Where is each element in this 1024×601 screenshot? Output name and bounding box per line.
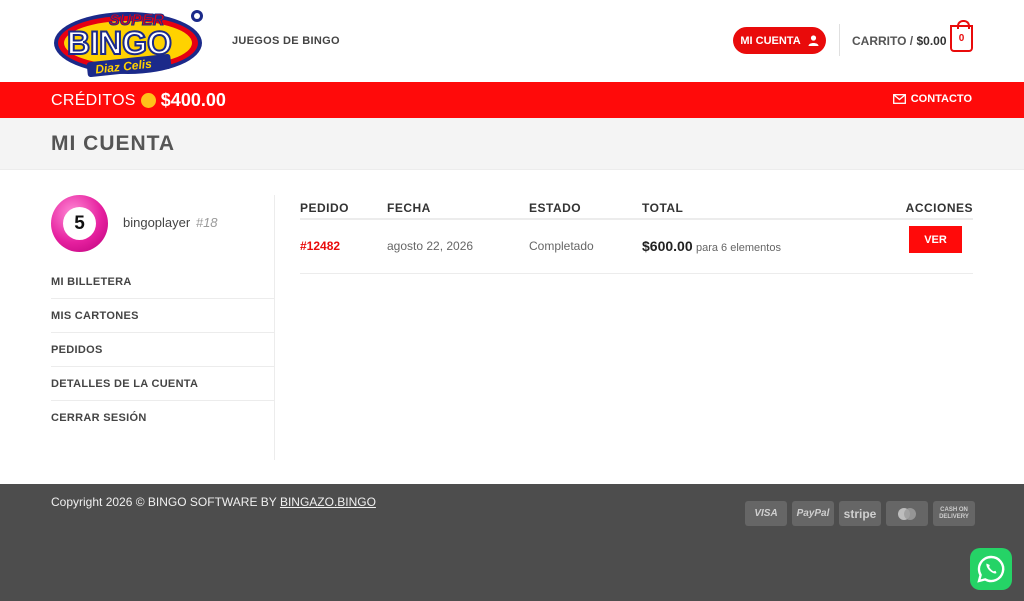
paypal-icon: PayPal bbox=[792, 501, 834, 526]
order-status: Completado bbox=[529, 239, 594, 253]
account-sidebar: 5 bingoplayer #18 MI BILLETERA MIS CARTO… bbox=[51, 195, 275, 460]
copyright-label: Copyright 2026 © BINGO SOFTWARE BY bbox=[51, 495, 277, 509]
column-header-order: PEDIDO bbox=[300, 201, 350, 215]
sidebar-item-account-details[interactable]: DETALLES DE LA CUENTA bbox=[51, 367, 274, 401]
payment-methods: VISA PayPal stripe CASH ON DELIVERY bbox=[745, 501, 975, 526]
contact-link[interactable]: CONTACTO bbox=[892, 93, 972, 105]
user-info: bingoplayer #18 bbox=[123, 215, 218, 230]
my-account-button[interactable]: MI CUENTA bbox=[733, 27, 826, 54]
page-title: MI CUENTA bbox=[51, 132, 176, 155]
user-icon bbox=[808, 35, 819, 46]
cart-amount: $0.00 bbox=[916, 34, 947, 48]
page-title-band: MI CUENTA bbox=[0, 118, 1024, 170]
cart-count: 0 bbox=[958, 33, 965, 44]
username: bingoplayer bbox=[123, 215, 191, 230]
view-order-button[interactable]: VER bbox=[909, 226, 962, 253]
order-number-link[interactable]: #12482 bbox=[300, 239, 340, 253]
order-total: $600.00 para 6 elementos bbox=[642, 238, 781, 254]
visa-icon: VISA bbox=[745, 501, 787, 526]
credits-label: CRÉDITOS bbox=[51, 91, 136, 109]
column-header-actions: ACCIONES bbox=[905, 201, 973, 215]
credits-bar: CRÉDITOS $400.00 CONTACTO bbox=[0, 82, 1024, 118]
sidebar-item-logout[interactable]: CERRAR SESIÓN bbox=[51, 401, 274, 435]
contact-label: CONTACTO bbox=[910, 93, 972, 105]
cart-label: CARRITO / bbox=[852, 34, 914, 48]
account-menu: MI BILLETERA MIS CARTONES PEDIDOS DETALL… bbox=[51, 265, 274, 435]
sidebar-item-orders[interactable]: PEDIDOS bbox=[51, 333, 274, 367]
table-header: PEDIDO FECHA ESTADO TOTAL ACCIONES bbox=[300, 195, 973, 220]
column-header-total: TOTAL bbox=[642, 201, 684, 215]
envelope-icon bbox=[892, 94, 906, 104]
site-header: SUPER BINGO Diaz Celis JUEGOS DE BINGO M… bbox=[0, 0, 1024, 82]
user-id: #18 bbox=[195, 215, 218, 230]
header-divider bbox=[839, 24, 840, 56]
credits-display: CRÉDITOS $400.00 bbox=[51, 90, 226, 111]
coin-icon bbox=[140, 93, 156, 108]
mastercard-icon bbox=[886, 501, 928, 526]
my-account-label: MI CUENTA bbox=[740, 34, 801, 47]
nav-bingo-games[interactable]: JUEGOS DE BINGO bbox=[232, 35, 340, 47]
copyright-text: Copyright 2026 © BINGO SOFTWARE BY BINGA… bbox=[51, 495, 376, 509]
table-row: #12482 agosto 22, 2026 Completado $600.0… bbox=[300, 220, 973, 274]
sidebar-item-wallet[interactable]: MI BILLETERA bbox=[51, 265, 274, 299]
site-footer: Copyright 2026 © BINGO SOFTWARE BY BINGA… bbox=[0, 484, 1024, 601]
order-total-note: para 6 elementos bbox=[695, 242, 781, 254]
column-header-status: ESTADO bbox=[529, 201, 582, 215]
super-bingo-logo[interactable]: SUPER BINGO Diaz Celis bbox=[51, 5, 206, 77]
column-header-date: FECHA bbox=[387, 201, 431, 215]
cash-on-delivery-icon: CASH ON DELIVERY bbox=[933, 501, 975, 526]
credits-value: $400.00 bbox=[160, 90, 226, 110]
cart-bag-icon[interactable]: 0 bbox=[950, 20, 973, 52]
sidebar-item-cards[interactable]: MIS CARTONES bbox=[51, 299, 274, 333]
order-date: agosto 22, 2026 bbox=[387, 239, 474, 253]
stripe-icon: stripe bbox=[839, 501, 881, 526]
cart-link[interactable]: CARRITO / $0.00 bbox=[852, 34, 947, 48]
bingazo-link[interactable]: BINGAZO.BINGO bbox=[280, 495, 376, 509]
whatsapp-icon[interactable] bbox=[970, 548, 1012, 590]
order-total-amount: $600.00 bbox=[642, 238, 693, 254]
avatar: 5 bbox=[51, 195, 108, 252]
orders-table: PEDIDO FECHA ESTADO TOTAL ACCIONES #1248… bbox=[300, 195, 973, 274]
avatar-number: 5 bbox=[63, 207, 96, 240]
